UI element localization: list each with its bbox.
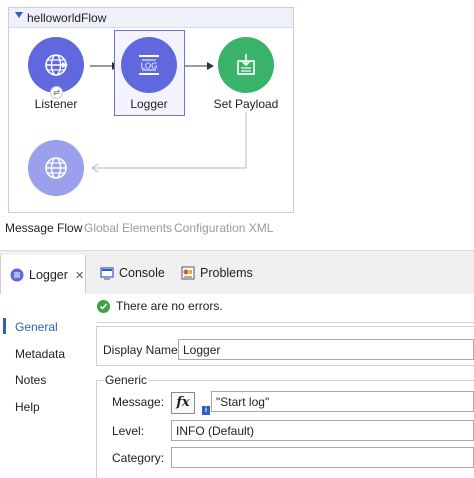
fx-toggle-button[interactable]: fx — [171, 392, 195, 414]
globe-icon — [45, 54, 68, 76]
category-label: Category: — [112, 451, 165, 465]
level-select[interactable]: INFO (Default) — [171, 420, 474, 441]
set-payload-node[interactable] — [218, 37, 274, 93]
tab-problems-label: Problems — [200, 266, 253, 280]
tab-console-label: Console — [119, 266, 165, 280]
properties-content: There are no errors. Display Name: Logge… — [86, 294, 474, 478]
side-item-general[interactable]: General — [15, 320, 58, 334]
listener-label: Listener — [34, 97, 78, 111]
status-text: There are no errors. — [116, 299, 223, 313]
response-node[interactable] — [28, 140, 84, 196]
log-icon: LOG — [139, 55, 159, 75]
info-icon: i — [202, 406, 210, 415]
set-payload-label: Set Payload — [213, 97, 279, 111]
tab-problems[interactable]: Problems — [181, 262, 253, 284]
divider — [96, 322, 474, 323]
display-name-field[interactable]: Logger — [178, 339, 474, 360]
check-circle-icon — [97, 299, 110, 313]
set-payload-icon — [237, 54, 255, 75]
generic-legend: Generic — [104, 373, 149, 387]
tab-logger[interactable]: Logger ✕ — [0, 255, 86, 295]
properties-tab-bar: Logger ✕ Console Problems — [0, 250, 474, 295]
log-icon-text: LOG — [141, 62, 158, 71]
level-label: Level: — [112, 424, 145, 438]
active-nav-marker — [3, 318, 6, 334]
display-name-label: Display Name: — [103, 343, 182, 357]
flow-canvas[interactable]: helloworldFlow ⇄ Listener LOG Logger Set… — [0, 0, 474, 216]
message-field[interactable]: "Start log" — [211, 391, 474, 412]
logger-tab-icon — [10, 268, 24, 282]
side-item-help[interactable]: Help — [15, 400, 40, 414]
listener-node[interactable] — [28, 37, 84, 93]
tab-console[interactable]: Console — [100, 262, 165, 284]
close-icon[interactable]: ✕ — [75, 269, 84, 282]
message-label: Message: — [112, 395, 165, 409]
category-field[interactable] — [171, 447, 474, 468]
tab-configuration-xml[interactable]: Configuration XML — [174, 221, 273, 235]
properties-side-nav: General Metadata Notes Help — [0, 294, 86, 478]
side-item-metadata[interactable]: Metadata — [15, 347, 65, 361]
logger-label: Logger — [130, 97, 168, 111]
globe-icon — [45, 157, 67, 179]
tab-global-elements[interactable]: Global Elements — [84, 221, 172, 235]
editor-tabs: Message Flow Global Elements Configurati… — [0, 218, 474, 238]
logger-node[interactable]: LOG — [121, 37, 177, 93]
console-icon — [100, 267, 114, 280]
side-item-notes[interactable]: Notes — [15, 373, 46, 387]
tab-message-flow[interactable]: Message Flow — [5, 221, 82, 235]
tab-logger-label: Logger — [29, 268, 68, 282]
status-row: There are no errors. — [97, 299, 223, 313]
problems-icon — [181, 266, 195, 280]
